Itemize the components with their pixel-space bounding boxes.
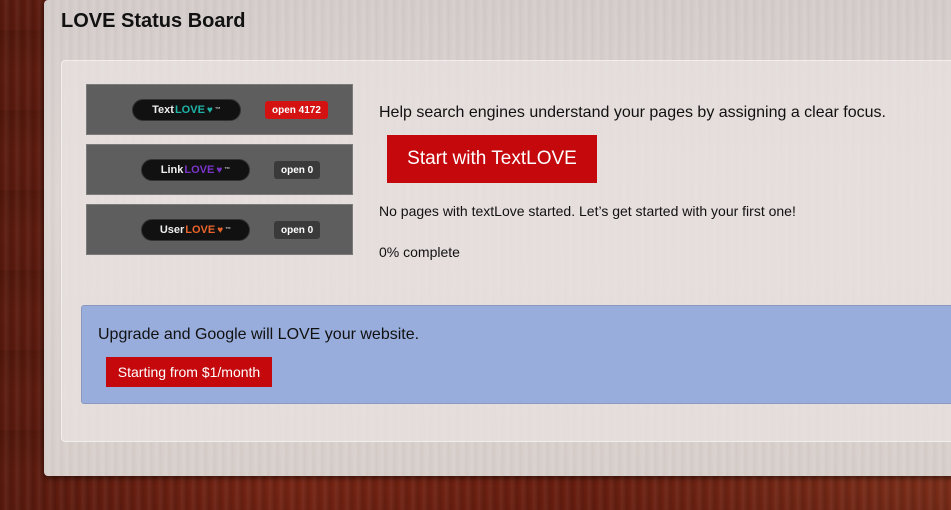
heart-icon: ♥ — [217, 224, 224, 236]
trademark-mark: ™ — [225, 227, 232, 233]
trademark-mark: ™ — [224, 167, 231, 173]
status-board-panel: LOVE Status Board Text LOVE ♥ ™ open 4172 L… — [44, 0, 951, 476]
textlove-open-count[interactable]: open 4172 — [265, 101, 328, 119]
trademark-mark: ™ — [214, 107, 221, 113]
userlove-logo: User LOVE ♥ ™ — [141, 219, 250, 241]
badge-love-text: LOVE — [184, 164, 215, 176]
textlove-logo: Text LOVE ♥ ™ — [132, 99, 241, 121]
status-message: No pages with textLove started. Let’s ge… — [379, 203, 796, 219]
textlove-badge-box: Text LOVE ♥ ™ open 4172 — [86, 84, 353, 135]
badge-love-text: LOVE — [174, 104, 205, 116]
badge-prefix: User — [159, 224, 185, 236]
upgrade-text: Upgrade and Google will LOVE your websit… — [98, 326, 420, 343]
upgrade-button[interactable]: Starting from $1/month — [106, 357, 272, 387]
status-card: Text LOVE ♥ ™ open 4172 Link LOVE ♥ ™ open 0 U… — [61, 60, 951, 442]
linklove-logo: Link LOVE ♥ ™ — [141, 159, 250, 181]
help-text: Help search engines understand your page… — [379, 104, 886, 121]
userlove-open-count[interactable]: open 0 — [274, 221, 321, 239]
start-textlove-button[interactable]: Start with TextLOVE — [387, 135, 597, 183]
linklove-badge-box: Link LOVE ♥ ™ open 0 — [86, 144, 353, 195]
userlove-badge-box: User LOVE ♥ ™ open 0 — [86, 204, 353, 255]
upgrade-banner: Upgrade and Google will LOVE your websit… — [81, 305, 951, 404]
heart-icon: ♥ — [216, 164, 223, 176]
progress-text: 0% complete — [379, 244, 460, 260]
badge-prefix: Text — [152, 104, 174, 116]
linklove-open-count[interactable]: open 0 — [274, 161, 321, 179]
badge-prefix: Link — [160, 164, 184, 176]
heart-icon: ♥ — [206, 104, 213, 116]
badge-love-text: LOVE — [185, 224, 216, 236]
page-title: LOVE Status Board — [61, 10, 246, 32]
